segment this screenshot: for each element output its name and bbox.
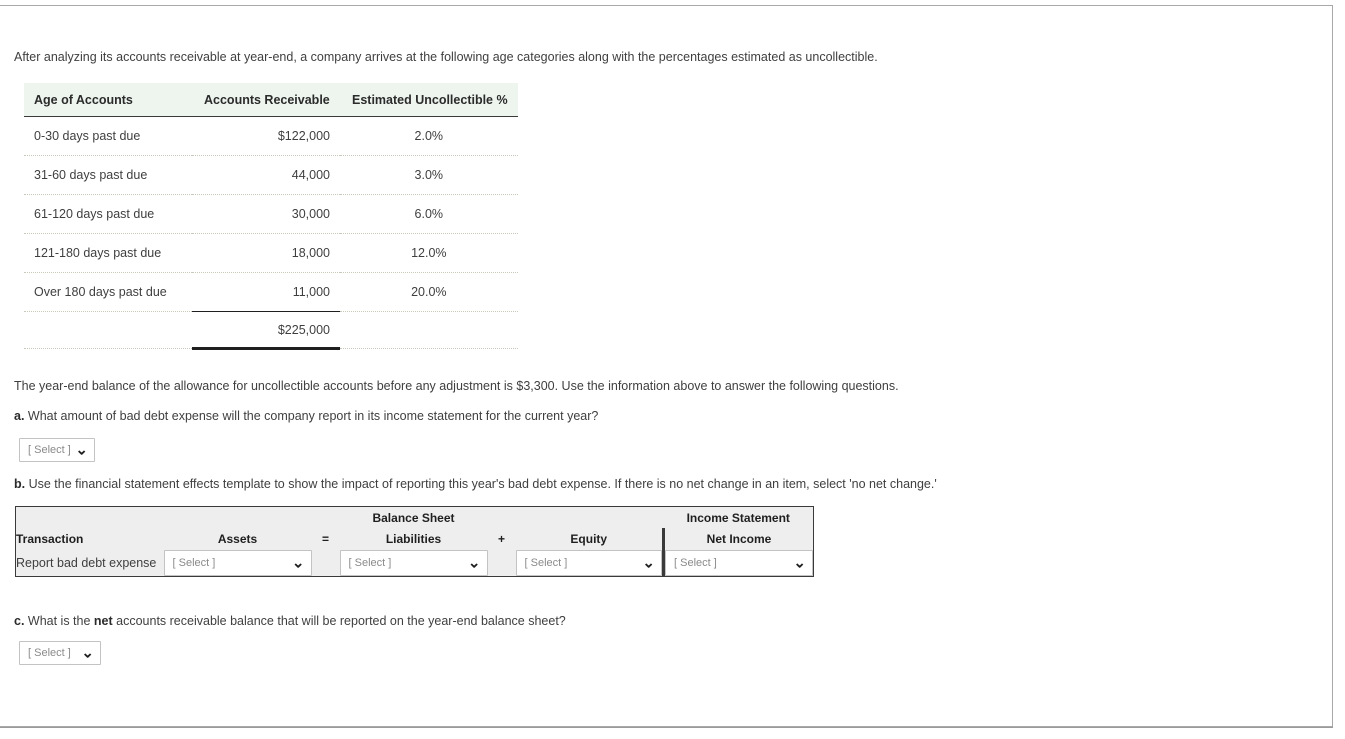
fse-plus-cell	[487, 550, 516, 577]
aging-total-receivable: $225,000	[192, 311, 340, 350]
page-content: After analyzing its accounts receivable …	[14, 49, 1314, 665]
fse-liabilities-select[interactable]: [ Select ]	[339, 550, 488, 576]
question-c-body-before: What is the	[24, 614, 94, 628]
aging-cell-receivable: $122,000	[192, 116, 340, 156]
question-a-select[interactable]: [ Select ]	[19, 438, 95, 462]
fse-col-assets: Assets	[163, 528, 312, 550]
fse-net-income-select-wrapper[interactable]: [ Select ] ⌄	[665, 550, 813, 576]
question-c-text: c. What is the net accounts receivable b…	[14, 613, 1314, 629]
aging-cell-pct: 20.0%	[340, 272, 518, 312]
aging-cell-pct: 3.0%	[340, 155, 518, 195]
financial-statement-effects-template: Balance Sheet Income Statement Transacti…	[15, 506, 1314, 577]
fse-col-net-income: Net Income	[663, 528, 814, 550]
question-a-text: a. What amount of bad debt expense will …	[14, 408, 1314, 424]
table-row: 121-180 days past due 18,000 12.0%	[24, 233, 518, 273]
aging-table-body: 0-30 days past due $122,000 2.0% 31-60 d…	[24, 116, 518, 350]
fse-assets-select[interactable]: [ Select ]	[163, 550, 312, 576]
question-b-body: Use the financial statement effects temp…	[25, 477, 937, 491]
fse-data-row: Report bad debt expense [ Select ] ⌄ [S…	[15, 550, 814, 577]
aging-cell-receivable: 44,000	[192, 155, 340, 195]
aging-total-blank-label	[24, 311, 192, 349]
aging-cell-pct: 6.0%	[340, 194, 518, 234]
fse-group-header-row: Balance Sheet Income Statement	[15, 506, 814, 528]
fse-net-income-cell[interactable]: [ Select ] ⌄	[663, 550, 814, 577]
question-a-prefix: a.	[14, 409, 25, 423]
fse-transaction-label: Report bad debt expense	[15, 550, 164, 577]
fse-operator-plus: +	[487, 528, 516, 550]
aging-cell-age: Over 180 days past due	[24, 272, 192, 312]
aging-cell-receivable: 30,000	[192, 194, 340, 234]
fse-equity-select[interactable]: [ Select ]	[515, 550, 662, 576]
aging-header-row: Age of Accounts Accounts Receivable Esti…	[24, 83, 518, 117]
aging-total-row: $225,000	[24, 311, 518, 350]
aging-cell-age: 121-180 days past due	[24, 233, 192, 273]
page-bottom-divider	[0, 727, 1333, 728]
allowance-balance-paragraph: The year-end balance of the allowance fo…	[14, 379, 899, 393]
fse-equals-cell	[311, 550, 340, 577]
aging-cell-age: 61-120 days past due	[24, 194, 192, 234]
fse-group-blank	[15, 506, 164, 528]
fse-group-balance-sheet: Balance Sheet	[163, 506, 664, 528]
fse-operator-equals: =	[311, 528, 340, 550]
question-a-body: What amount of bad debt expense will the…	[24, 409, 599, 423]
aging-cell-pct: 12.0%	[340, 233, 518, 273]
aging-schedule-table: Age of Accounts Accounts Receivable Esti…	[24, 83, 518, 350]
aging-table-head: Age of Accounts Accounts Receivable Esti…	[24, 83, 518, 117]
question-c-select-wrapper[interactable]: [ Select ] ⌄	[19, 641, 101, 665]
aging-cell-receivable: 18,000	[192, 233, 340, 273]
question-page: After analyzing its accounts receivable …	[0, 5, 1333, 728]
table-row: Over 180 days past due 11,000 20.0%	[24, 272, 518, 312]
aging-total-blank-pct	[340, 311, 518, 349]
aging-header-uncollectible-pct: Estimated Uncollectible %	[340, 83, 518, 117]
question-c-bold-word: net	[93, 614, 113, 628]
question-c-select[interactable]: [ Select ]	[19, 641, 101, 665]
question-c-body-after: accounts receivable balance that will be…	[112, 614, 566, 628]
aging-header-receivable: Accounts Receivable	[192, 83, 340, 117]
fse-column-header-row: Transaction Assets = Liabilities + Equit…	[15, 528, 814, 550]
table-row: 31-60 days past due 44,000 3.0%	[24, 155, 518, 195]
fse-equity-cell[interactable]: [ Select ] ⌄	[515, 550, 665, 577]
fse-assets-cell[interactable]: [ Select ] ⌄	[163, 550, 312, 577]
fse-net-income-select[interactable]: [ Select ]	[665, 550, 813, 576]
question-a-select-wrapper[interactable]: [ Select ] ⌄	[19, 438, 95, 462]
aging-cell-pct: 2.0%	[340, 116, 518, 156]
fse-group-income-statement: Income Statement	[663, 506, 814, 528]
table-row: 0-30 days past due $122,000 2.0%	[24, 116, 518, 156]
aging-header-age: Age of Accounts	[24, 83, 192, 117]
aging-cell-receivable: 11,000	[192, 272, 340, 312]
fse-liabilities-select-wrapper[interactable]: [ Select ] ⌄	[339, 550, 488, 576]
fse-col-equity: Equity	[515, 528, 665, 550]
aging-cell-age: 31-60 days past due	[24, 155, 192, 195]
fse-table: Balance Sheet Income Statement Transacti…	[15, 506, 814, 577]
fse-table-body: Balance Sheet Income Statement Transacti…	[15, 506, 814, 577]
intro-paragraph: After analyzing its accounts receivable …	[14, 50, 878, 64]
aging-cell-age: 0-30 days past due	[24, 116, 192, 156]
fse-assets-select-wrapper[interactable]: [ Select ] ⌄	[163, 550, 312, 576]
question-c-prefix: c.	[14, 614, 25, 628]
fse-col-transaction: Transaction	[15, 528, 164, 550]
table-row: 61-120 days past due 30,000 6.0%	[24, 194, 518, 234]
fse-col-liabilities: Liabilities	[339, 528, 488, 550]
question-b-prefix: b.	[14, 477, 26, 491]
fse-equity-select-wrapper[interactable]: [ Select ] ⌄	[515, 550, 662, 576]
fse-liabilities-cell[interactable]: [ Select ] ⌄	[339, 550, 488, 577]
question-b-text: b. Use the financial statement effects t…	[14, 476, 1314, 492]
